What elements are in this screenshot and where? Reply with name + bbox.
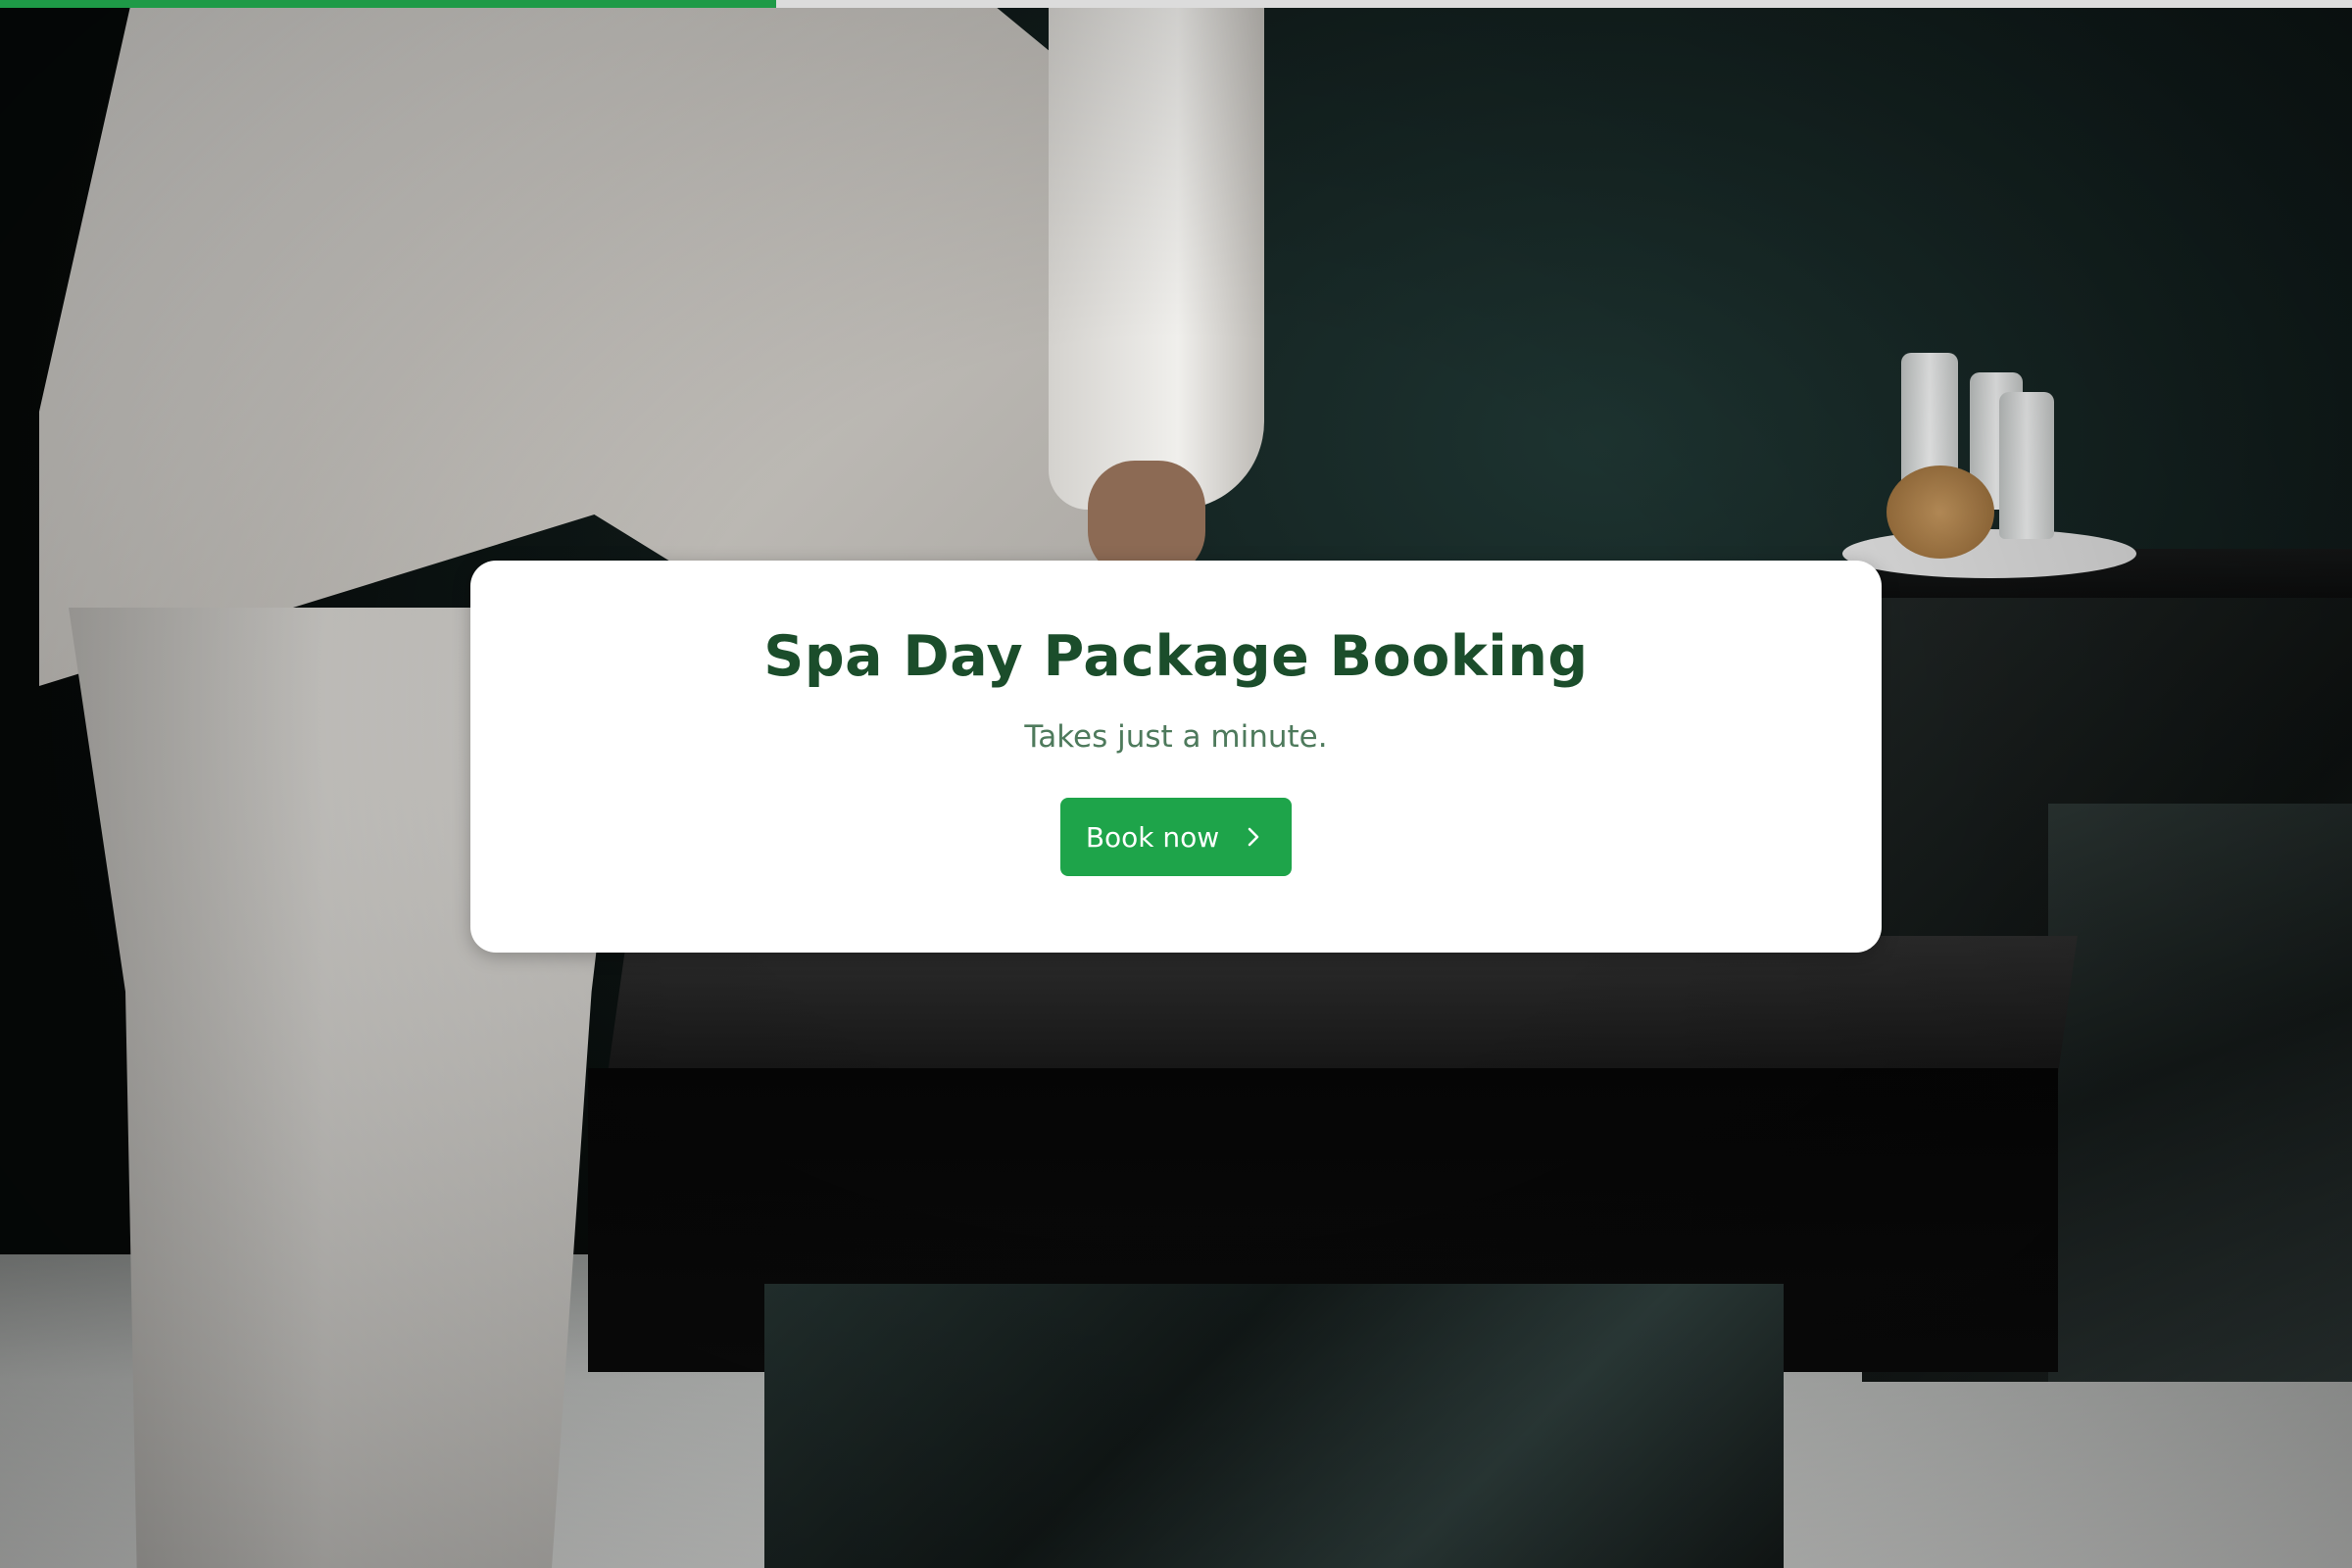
page-title: Spa Day Package Booking [763,624,1589,689]
booking-card: Spa Day Package Booking Takes just a min… [470,561,1882,953]
book-now-button[interactable]: Book now [1060,798,1292,876]
page-subtitle: Takes just a minute. [1024,719,1328,755]
chevron-right-icon [1241,824,1266,850]
progress-bar [0,0,2352,8]
book-now-label: Book now [1085,820,1220,854]
progress-bar-fill [0,0,776,8]
